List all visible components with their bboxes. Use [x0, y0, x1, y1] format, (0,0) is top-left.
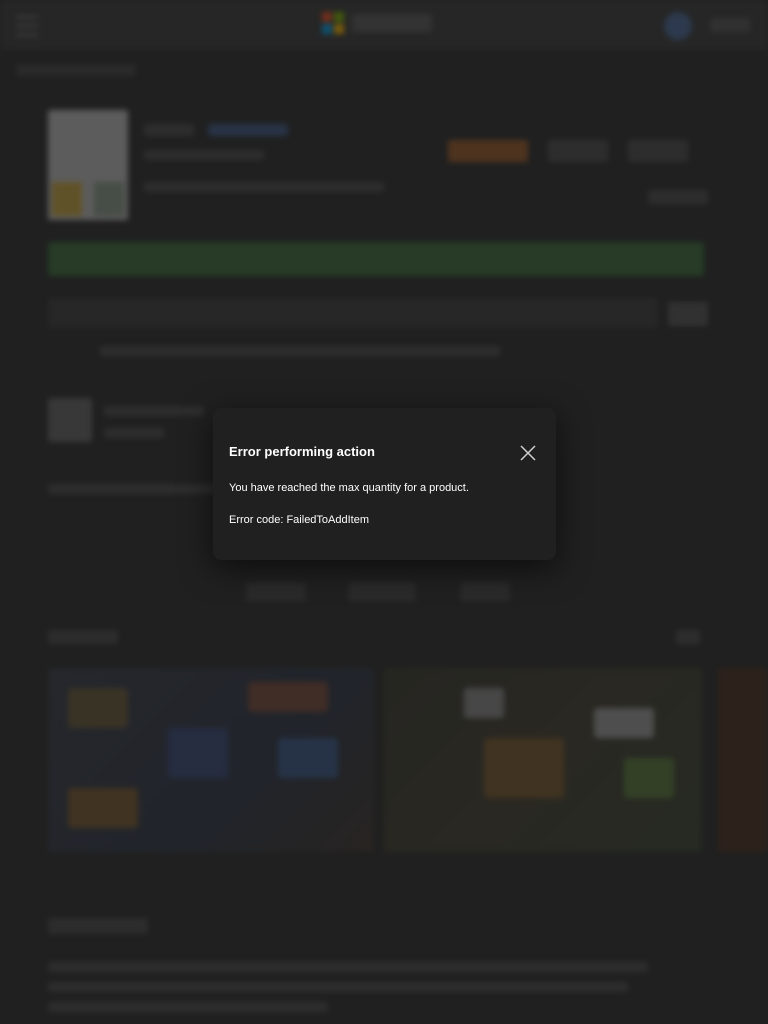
close-icon — [520, 445, 536, 461]
dialog-message: You have reached the max quantity for a … — [229, 482, 469, 494]
close-button[interactable] — [517, 442, 539, 464]
error-dialog: Error performing action You have reached… — [213, 408, 556, 560]
error-code: Error code: FailedToAddItem — [229, 514, 370, 526]
dialog-title: Error performing action — [229, 444, 375, 459]
